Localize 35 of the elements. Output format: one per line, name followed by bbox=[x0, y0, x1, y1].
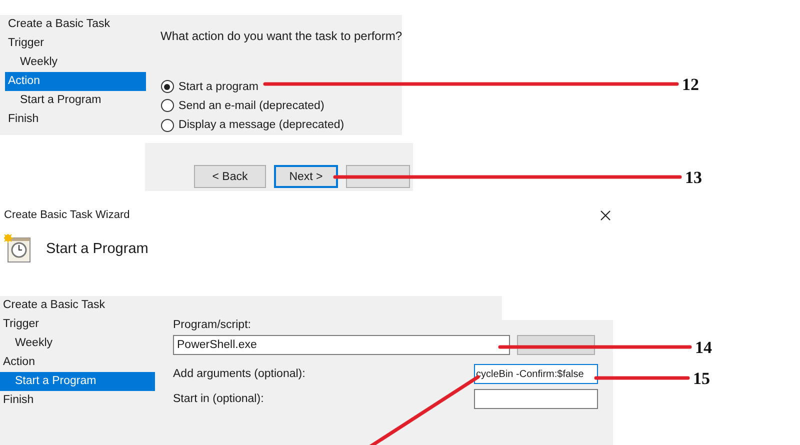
back-button[interactable]: < Back bbox=[194, 165, 266, 188]
field-label: Program/script: bbox=[173, 319, 252, 331]
step-item: Finish bbox=[2, 393, 35, 408]
radio-button[interactable] bbox=[160, 99, 174, 112]
step-item: Action bbox=[2, 355, 36, 370]
step-item: Weekly bbox=[19, 55, 58, 70]
option-label: Send an e-mail (deprecated) bbox=[178, 100, 324, 112]
step-number: 12 bbox=[682, 75, 699, 94]
wizard-heading: Start a Program bbox=[46, 241, 148, 257]
calendar-clock-icon bbox=[4, 234, 32, 264]
step-item: Create a Basic Task bbox=[2, 298, 106, 313]
field-label: Start in (optional): bbox=[173, 393, 265, 405]
option-label: Start a program bbox=[178, 80, 258, 93]
step-number: 14 bbox=[695, 338, 712, 357]
option-label: Display a message (deprecated) bbox=[178, 119, 344, 132]
step-item: Start a Program bbox=[19, 93, 102, 108]
field-label: Add arguments (optional): bbox=[173, 368, 306, 380]
step-item: Finish bbox=[7, 112, 40, 127]
step-item: Weekly bbox=[14, 336, 54, 351]
next-button[interactable]: Next > bbox=[274, 165, 338, 188]
step-number: 13 bbox=[685, 168, 702, 187]
text-field[interactable] bbox=[474, 389, 598, 409]
radio-button[interactable] bbox=[160, 118, 174, 132]
text-field[interactable]: cycleBin -Confirm:$false bbox=[474, 364, 598, 384]
close-icon[interactable] bbox=[600, 210, 611, 220]
radio-button[interactable] bbox=[160, 80, 174, 94]
step-item: Create a Basic Task bbox=[7, 17, 112, 32]
step-number: 15 bbox=[693, 369, 710, 388]
step-item: Start a Program bbox=[0, 372, 155, 391]
step-item: Trigger bbox=[7, 36, 45, 51]
window-title: Create Basic Task Wizard bbox=[4, 209, 130, 221]
text-field[interactable]: PowerShell.exe bbox=[173, 335, 510, 355]
question-text: What action do you want the task to perform? bbox=[160, 29, 402, 43]
step-item: Trigger bbox=[2, 317, 40, 332]
step-item: Action bbox=[5, 72, 146, 91]
